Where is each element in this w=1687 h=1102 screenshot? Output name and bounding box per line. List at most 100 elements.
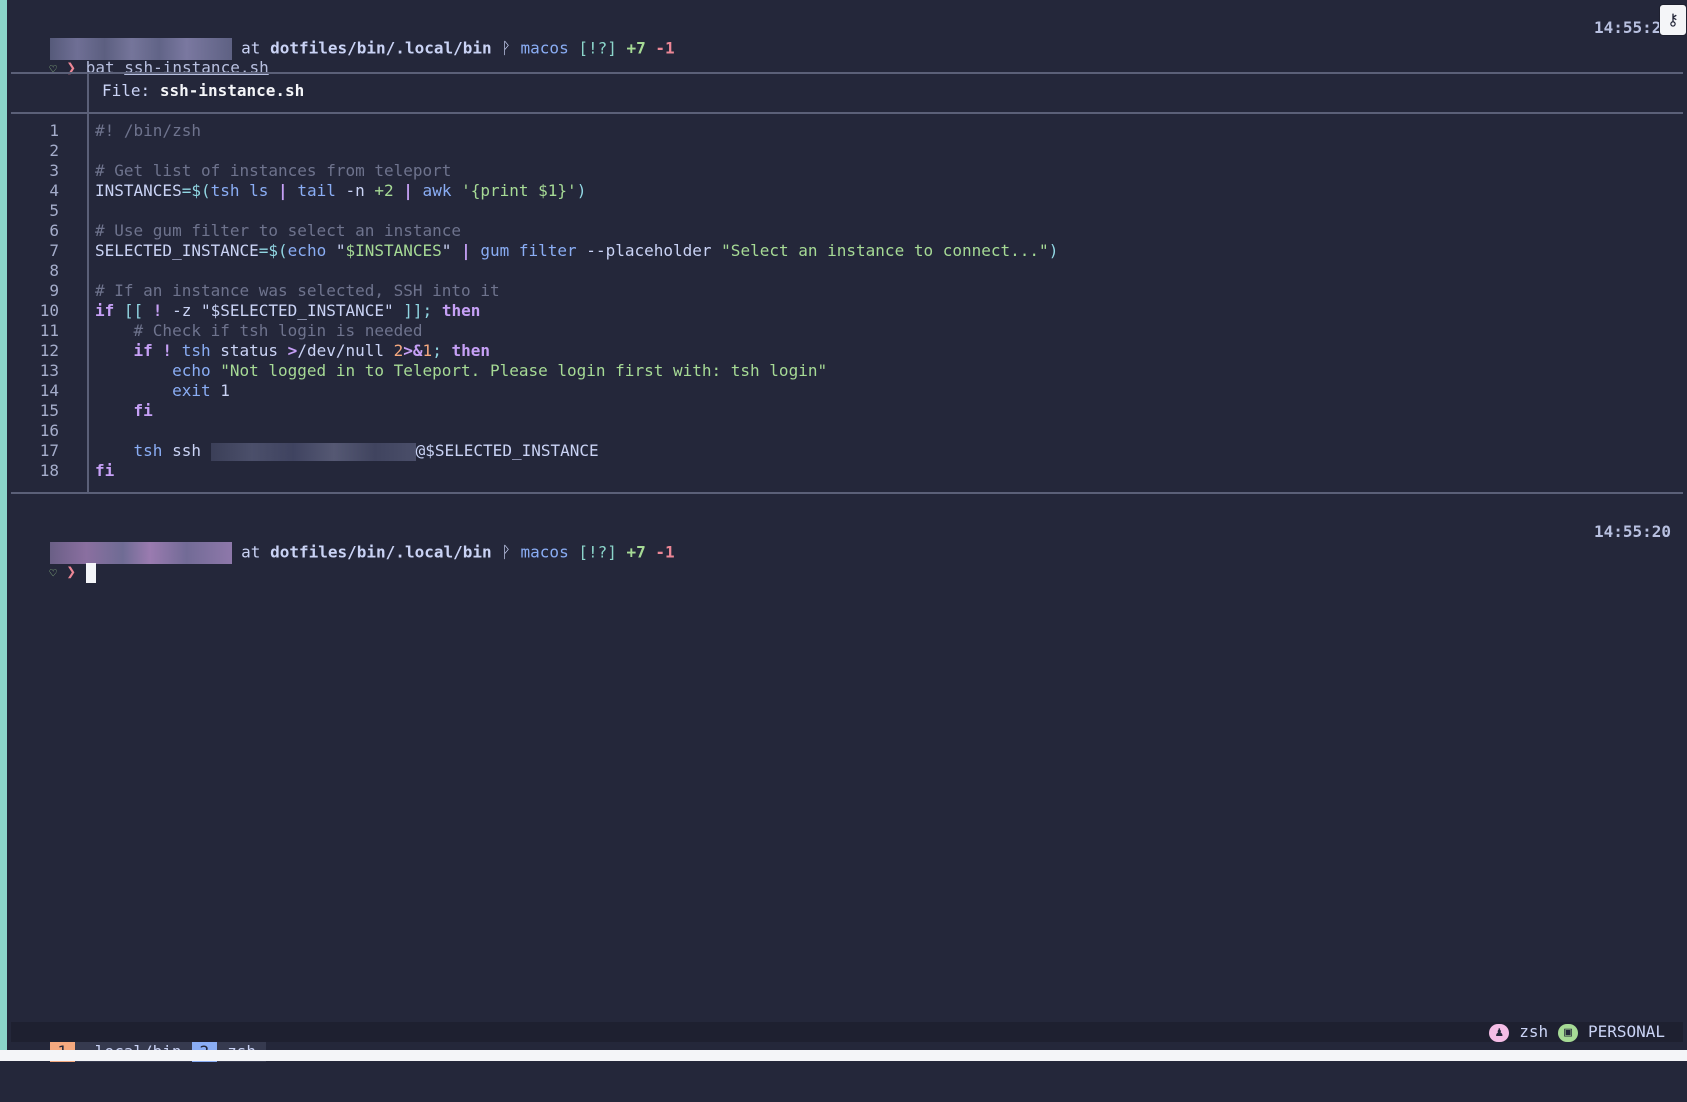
- code-text: SELECTED_INSTANCE: [95, 241, 259, 260]
- code-line: 13 echo "Not logged in to Teleport. Plea…: [11, 361, 1671, 381]
- prompt-time: 14:55:20: [1593, 522, 1671, 541]
- code-text: =$(: [181, 181, 211, 200]
- code-text: ": [384, 301, 394, 320]
- prompt-line: at dotfiles/bin/.local/bin ᚹ macos [!?] …: [11, 18, 1671, 60]
- text-cursor[interactable]: [85, 562, 96, 583]
- git-status: [!?]: [578, 38, 617, 58]
- code-text: status: [210, 341, 288, 360]
- code-text: "Select an instance to connect...": [721, 241, 1049, 260]
- git-branch: macos: [520, 542, 569, 562]
- bat-header-border: [11, 112, 1683, 114]
- code-text: filter: [509, 241, 577, 260]
- code-text: -z: [162, 301, 201, 320]
- redacted-user: [210, 442, 416, 461]
- bat-file-header: File: ssh-instance.sh: [102, 81, 304, 101]
- code-line: 1 #! /bin/zsh: [11, 121, 1671, 141]
- code-text: ": [326, 241, 346, 260]
- file-label: File:: [102, 81, 151, 100]
- terminal-icon: ▣: [1558, 1023, 1578, 1042]
- code-text: fi: [133, 401, 153, 420]
- line-number: 18: [39, 461, 59, 480]
- code-text: -n: [335, 181, 375, 200]
- code-text: ): [576, 181, 587, 200]
- code-text: tail: [287, 181, 336, 200]
- key-icon[interactable]: ⚷: [1659, 4, 1687, 36]
- code-text: "Not logged in to Teleport. Please login…: [210, 361, 828, 380]
- code-text: [[: [114, 301, 153, 320]
- line-number: 9: [49, 281, 59, 300]
- git-added: +7: [626, 38, 646, 58]
- code-line: 5: [11, 201, 1671, 221]
- code-text: echo: [172, 361, 211, 380]
- code-text: tsh: [133, 441, 163, 460]
- line-number: 6: [49, 221, 59, 240]
- line-number: 4: [49, 181, 59, 200]
- code-text: if: [133, 341, 153, 360]
- git-status: [!?]: [578, 542, 617, 562]
- git-branch-icon: ᚹ: [501, 38, 511, 58]
- code-text: fi: [95, 461, 115, 480]
- code-line: 17 tsh ssh @$SELECTED_INSTANCE: [11, 441, 1671, 461]
- code-text: echo: [287, 241, 327, 260]
- line-number: 14: [39, 381, 59, 400]
- code-text: # Check if tsh login is needed: [95, 321, 423, 340]
- prompt-chevron-icon: ❯: [66, 58, 77, 77]
- window-bottom-edge: [0, 1050, 1687, 1061]
- prompt-at: at: [241, 542, 261, 562]
- git-branch: macos: [520, 38, 569, 58]
- code-text: ls: [239, 181, 279, 200]
- code-line: 6 # Use gum filter to select an instance: [11, 221, 1671, 241]
- code-text: then: [441, 301, 481, 320]
- git-added: +7: [626, 542, 646, 562]
- git-branch-icon: ᚹ: [501, 542, 511, 562]
- tmux-status-right: ♟ zsh ▣ PERSONAL: [1489, 1022, 1675, 1042]
- code-text: |: [461, 241, 471, 260]
- code-text: ): [1048, 241, 1059, 260]
- code-line: 3 # Get list of instances from teleport: [11, 161, 1671, 181]
- bat-gutter-separator-top: [87, 74, 89, 112]
- code-text: then: [451, 341, 490, 360]
- code-text: #! /bin/zsh: [95, 121, 201, 140]
- code-text: # Use gum filter to select an instance: [95, 221, 462, 240]
- prompt-path: dotfiles/bin/.local/bin: [270, 38, 492, 58]
- prompt-path: dotfiles/bin/.local/bin: [270, 542, 492, 562]
- git-removed: -1: [655, 38, 675, 58]
- code-text: # Get list of instances from teleport: [95, 161, 452, 180]
- bat-top-border: [11, 72, 1683, 74]
- git-removed: -1: [655, 542, 675, 562]
- code-text: /dev/null: [297, 341, 394, 360]
- command-argument[interactable]: ssh-instance.sh: [124, 58, 269, 77]
- code-text: !: [152, 341, 182, 360]
- line-number: 17: [39, 441, 59, 460]
- code-line: 15 fi: [11, 401, 1671, 421]
- code-text: gum: [470, 241, 510, 260]
- line-number: 11: [39, 321, 59, 340]
- code-text: ": [441, 241, 462, 260]
- line-number: 5: [49, 201, 59, 220]
- window-left-edge: [0, 0, 7, 1061]
- code-text: tsh: [210, 181, 240, 200]
- code-line: 7 SELECTED_INSTANCE=$(echo "$INSTANCES" |…: [11, 241, 1671, 261]
- code-line: 2: [11, 141, 1671, 161]
- line-number: 10: [39, 301, 59, 320]
- heart-icon: ♡: [49, 566, 57, 580]
- code-text: +2: [374, 181, 394, 200]
- code-line: 12 if ! tsh status >/dev/null 2>&1; then: [11, 341, 1671, 361]
- input-line[interactable]: ♡ ❯: [11, 542, 96, 583]
- code-text: if: [95, 301, 115, 320]
- line-number: 12: [39, 341, 59, 360]
- line-number: 16: [39, 421, 59, 440]
- tmux-session: PERSONAL: [1587, 1022, 1665, 1041]
- prompt-chevron-icon: ❯: [66, 562, 77, 581]
- code-line: 14 exit 1: [11, 381, 1671, 401]
- code-text: @: [415, 441, 426, 460]
- code-text: awk: [412, 181, 452, 200]
- bat-bottom-border: [11, 492, 1683, 494]
- terminal-window[interactable]: at dotfiles/bin/.local/bin ᚹ macos [!?] …: [7, 0, 1687, 1062]
- command-line: ♡ ❯ bat ssh-instance.sh: [11, 38, 269, 77]
- line-number: 7: [49, 241, 59, 260]
